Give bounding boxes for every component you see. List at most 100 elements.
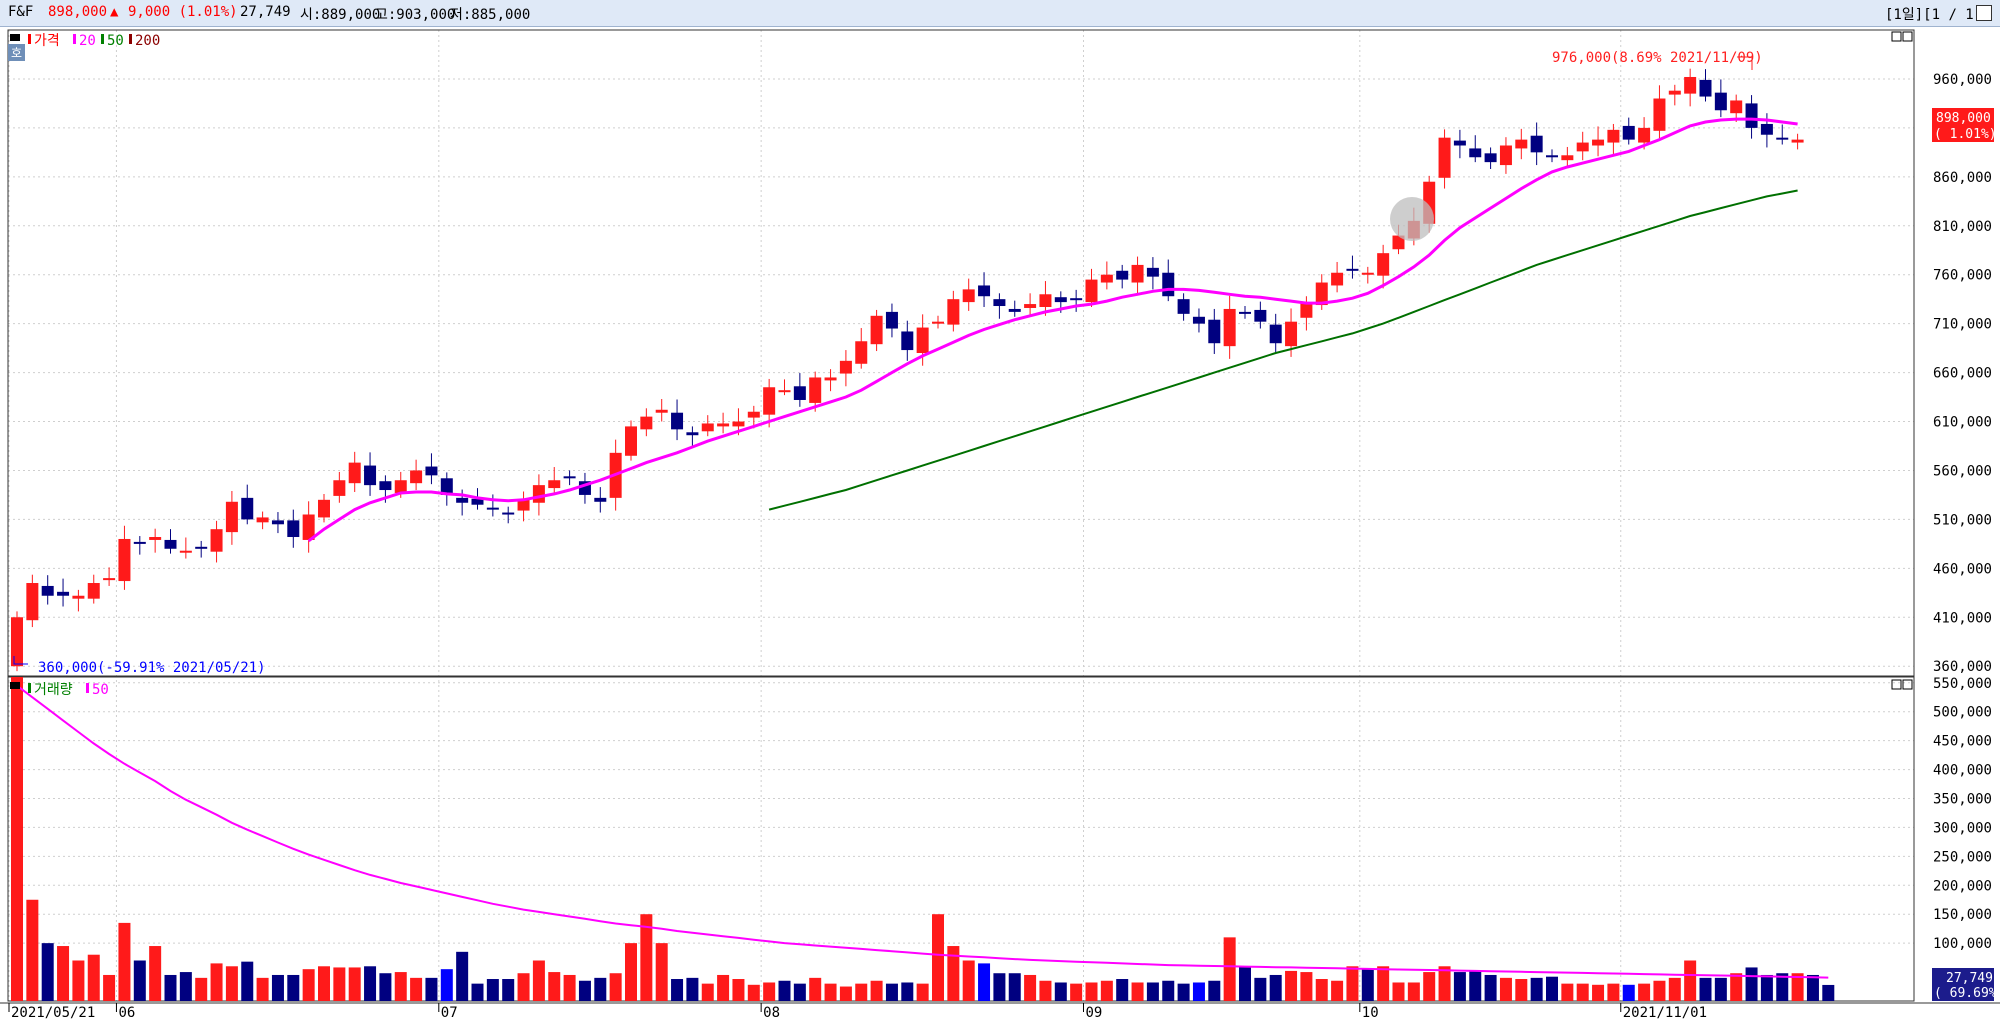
volume-y-tick: 400,000 [1933,763,1992,779]
volume-bar [333,967,346,1001]
candle-body [1008,308,1021,312]
candle-body [379,481,392,491]
candle-body [1760,123,1773,135]
volume-y-tick: 250,000 [1933,849,1992,865]
candle-body [532,485,545,503]
panel-menu-icon[interactable] [10,34,20,41]
x-tick-label: 2021/05/21 [11,1005,95,1021]
volume-bar [1146,982,1159,1001]
volume-bar [1039,980,1052,1001]
volume-panel-menu-icon[interactable] [10,682,20,689]
volume-ma50-line [16,684,1829,979]
x-tick-label: 09 [1086,1005,1103,1021]
candle-body [594,497,607,502]
candle-body [1638,127,1651,143]
legend-ma50[interactable]: 50 [107,33,124,49]
volume-bar [1346,966,1359,1001]
volume-bar [379,973,392,1001]
volume-bar [26,899,39,1001]
candle-body [1622,125,1635,140]
candle-body [625,426,637,456]
volume-panel-maximize-icon[interactable] [1891,679,1902,690]
candle-body [502,512,515,515]
volume-bar [763,982,776,1001]
volume-bar [1714,977,1727,1001]
volume-bar [1561,983,1574,1001]
candle-body [932,321,944,324]
volume-bar [1085,982,1098,1001]
volume-panel-close-icon[interactable] [1902,679,1913,690]
panel-maximize-icon[interactable] [1891,31,1902,42]
candle-body [717,423,730,427]
candle-body [425,466,438,476]
highlight-marker [1390,197,1434,241]
candle-body [1469,148,1482,158]
candle-body [394,480,407,493]
volume-bar [1730,973,1743,1001]
candle-body [179,550,192,553]
volume-y-tick: 500,000 [1933,705,1992,721]
volume-y-tick: 300,000 [1933,820,1992,836]
volume-bar [1684,960,1697,1001]
legend-price[interactable]: 가격 [34,33,60,49]
volume-bar [1653,980,1666,1001]
volume-bar [732,979,745,1001]
volume-bar [671,979,684,1001]
candle-body [1223,308,1236,347]
candle-body [241,497,254,520]
legend-volume[interactable]: 거래량 [34,682,73,698]
volume-bar [1699,977,1712,1001]
price-y-tick: 410,000 [1933,610,1992,626]
volume-bar [1822,984,1835,1001]
volume-bar [149,946,162,1001]
volume-bar [824,983,837,1001]
candle-body [1331,272,1344,286]
candle-body [1254,309,1267,322]
x-tick-labels: 2021/05/21 06 07 08 09 10 2021/11/01 [8,1003,1707,1021]
candle-body [87,583,100,599]
volume-bar [1116,979,1129,1001]
legend-price-swatch [28,34,31,44]
volume-bar [1208,980,1221,1001]
candle-body [1131,264,1144,283]
volume-bar [1745,967,1758,1001]
volume-bar [502,979,515,1001]
volume-bar [701,983,714,1001]
volume-bar [978,963,991,1001]
candle-body [486,507,499,510]
candle-body [1070,298,1083,301]
candle-body [655,409,668,413]
volume-bar [947,946,960,1001]
volume-bar [1177,983,1190,1001]
volume-bar [1024,974,1037,1001]
volume-bar [87,954,100,1001]
candle-body [855,341,868,364]
candle-body [1699,79,1712,97]
candle-body [701,423,714,432]
legend-ma200[interactable]: 200 [135,33,160,49]
volume-bar [1254,977,1267,1001]
volume-bar [118,922,131,1001]
candle-body [671,412,684,430]
volume-bar [1453,972,1466,1001]
legend-volume-ma[interactable]: 50 [92,682,109,698]
legend-ma20[interactable]: 20 [79,33,96,49]
candle-body [195,546,208,549]
candle-body [287,520,300,538]
stock-chart[interactable]: 360,000 410,000 460,000 510,000 560,000 610,0… [0,0,2000,1027]
volume-bar [1622,984,1635,1001]
candle-body [1346,268,1359,271]
volume-bar [1576,983,1589,1001]
volume-bar [778,980,791,1001]
candle-body [1530,135,1543,153]
candle-body [1054,297,1067,303]
volume-bars-layer [11,677,1835,1001]
candles-layer [11,68,1804,672]
candle-body [1791,139,1804,143]
volume-bar [870,980,883,1001]
candle-body [962,289,975,303]
candle-body [1668,90,1681,95]
panel-close-icon[interactable] [1902,31,1913,42]
current-price-box-value: 898,000 [1936,111,1991,126]
candle-body [1116,270,1129,280]
